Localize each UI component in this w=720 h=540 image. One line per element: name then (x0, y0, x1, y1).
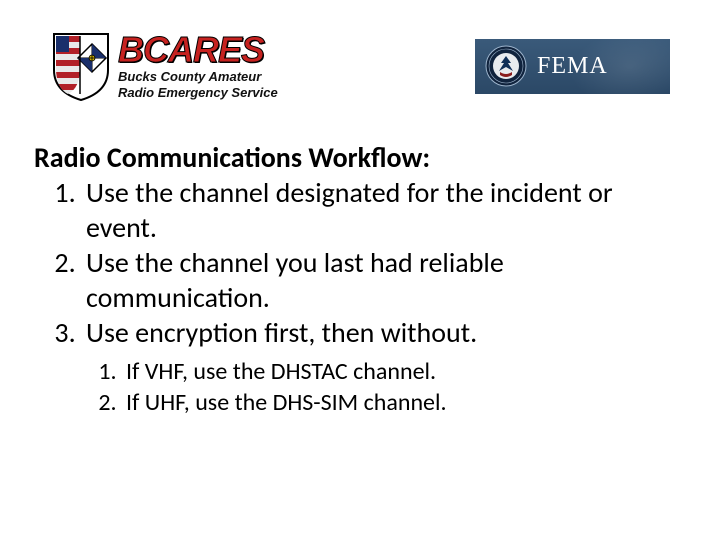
list-item: If UHF, use the DHS-SIM channel. (122, 387, 680, 418)
slide-content: Radio Communications Workflow: Use the c… (34, 140, 680, 418)
content-title: Radio Communications Workflow: (34, 140, 680, 175)
bcares-logo: BCARES Bucks County Amateur Radio Emerge… (50, 30, 278, 102)
fema-logo: FEMA (475, 39, 670, 94)
header-logos: BCARES Bucks County Amateur Radio Emerge… (50, 30, 670, 102)
list-item: Use the channel designated for the incid… (82, 175, 680, 245)
bcares-word: BCARES (118, 32, 278, 68)
bcares-shield-icon (50, 30, 112, 102)
bcares-sub-line2: Radio Emergency Service (118, 86, 278, 100)
list-item: If VHF, use the DHSTAC channel. (122, 356, 680, 387)
slide: BCARES Bucks County Amateur Radio Emerge… (0, 0, 720, 540)
fema-word: FEMA (537, 53, 608, 80)
bcares-sub-line1: Bucks County Amateur (118, 70, 278, 84)
main-list: Use the channel designated for the incid… (34, 175, 680, 350)
bcares-text: BCARES Bucks County Amateur Radio Emerge… (118, 32, 278, 99)
list-item: Use the channel you last had reliable co… (82, 245, 680, 315)
dhs-seal-icon (485, 45, 527, 87)
sub-list: If VHF, use the DHSTAC channel. If UHF, … (34, 356, 680, 418)
list-item: Use encryption first, then without. (82, 315, 680, 350)
